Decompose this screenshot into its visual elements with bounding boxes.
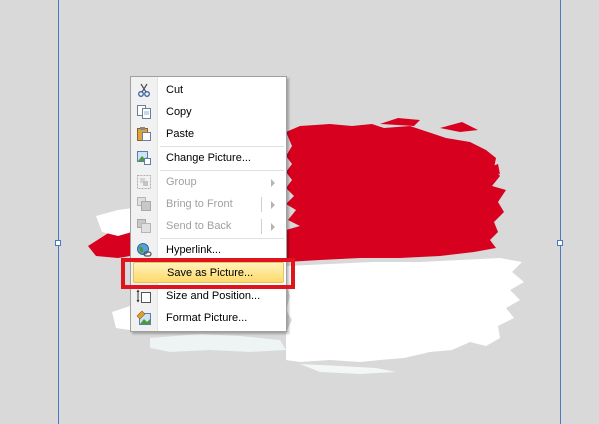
flag-red-stroke [286,124,506,262]
submenu-split-divider [261,219,262,234]
size-position-icon [136,289,151,303]
menu-item-size-and-position[interactable]: Size and Position... [133,286,284,307]
change-picture-icon [137,151,151,165]
resize-handle-left[interactable] [55,240,61,246]
annotation-highlight-box [121,258,295,289]
menu-label-group: Group [166,176,197,188]
context-menu: Cut Copy Paste Change Picture... Group B… [130,76,287,332]
menu-label-bring-to-front: Bring to Front [166,198,233,210]
menu-item-bring-to-front[interactable]: Bring to Front [133,194,284,215]
selection-border-right [560,0,561,424]
submenu-arrow-icon[interactable] [271,223,275,231]
submenu-arrow-icon [271,179,275,187]
menu-label-cut: Cut [166,84,184,96]
group-icon [137,175,151,189]
menu-label-format-picture: Format Picture... [166,312,248,324]
menu-label-change-picture: Change Picture... [166,152,251,164]
resize-handle-right[interactable] [557,240,563,246]
document-canvas [0,0,599,424]
menu-item-send-to-back[interactable]: Send to Back [133,216,284,237]
menu-item-copy[interactable]: Copy [133,102,284,123]
menu-label-send-to-back: Send to Back [166,220,232,232]
flag-brush-image[interactable] [0,0,599,424]
menu-item-paste[interactable]: Paste [133,124,284,145]
submenu-split-divider [261,197,262,212]
menu-label-hyperlink: Hyperlink... [166,244,222,256]
flag-white-stroke [286,258,524,362]
copy-icon [137,105,151,119]
menu-item-cut[interactable]: Cut [133,80,284,101]
menu-label-size-and-position: Size and Position... [166,290,261,302]
menu-separator [160,238,284,239]
menu-separator [160,146,284,147]
scissors-icon [138,83,150,97]
menu-item-group[interactable]: Group [133,172,284,193]
menu-separator [160,170,284,171]
send-to-back-icon [137,219,151,233]
hyperlink-globe-icon [137,243,152,257]
selection-border-left [58,0,59,424]
menu-item-change-picture[interactable]: Change Picture... [133,148,284,169]
bring-to-front-icon [137,197,151,211]
format-picture-icon [136,310,151,325]
menu-label-paste: Paste [166,128,195,140]
submenu-arrow-icon[interactable] [271,201,275,209]
menu-item-format-picture[interactable]: Format Picture... [133,308,284,329]
paste-icon [137,127,151,141]
menu-label-copy: Copy [166,106,192,118]
